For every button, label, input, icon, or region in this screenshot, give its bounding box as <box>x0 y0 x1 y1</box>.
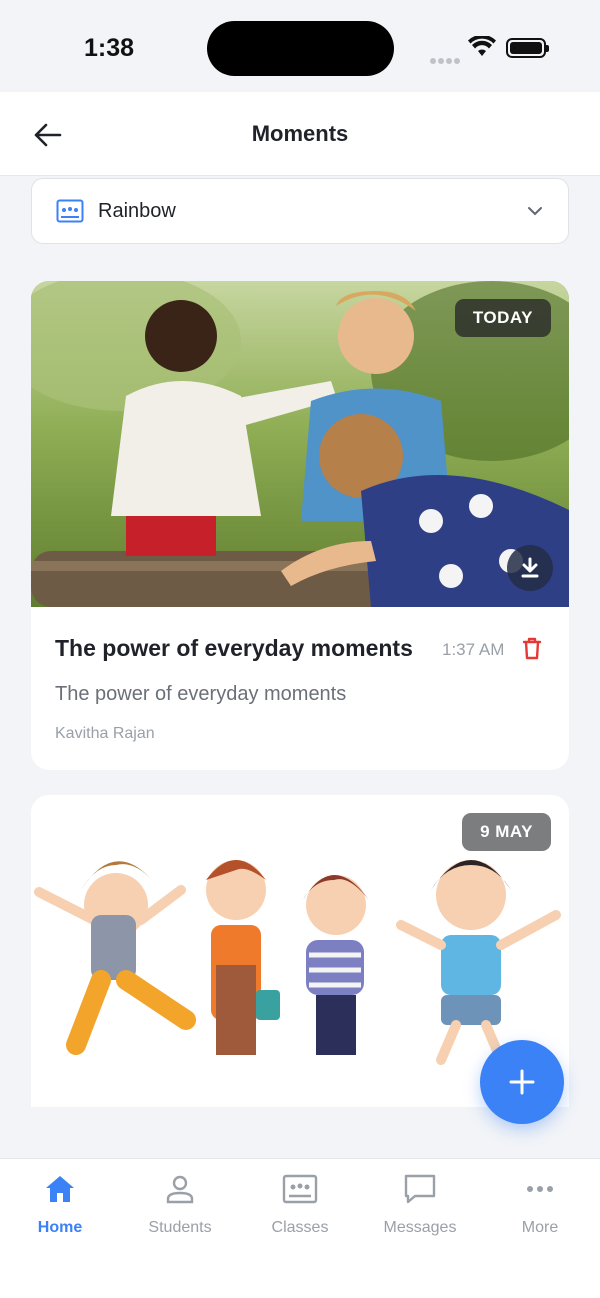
nav-home[interactable]: Home <box>0 1159 120 1298</box>
class-selector-dropdown[interactable]: Rainbow <box>31 178 569 244</box>
dynamic-island <box>207 21 394 76</box>
chat-icon <box>402 1171 438 1207</box>
moment-author: Kavitha Rajan <box>55 725 155 742</box>
nav-more[interactable]: More <box>480 1159 600 1298</box>
nav-messages[interactable]: Messages <box>360 1159 480 1298</box>
nav-students[interactable]: Students <box>120 1159 240 1298</box>
plus-icon <box>509 1069 535 1095</box>
status-bar: 1:38 <box>0 0 600 92</box>
date-badge: 9 MAY <box>462 813 551 851</box>
trash-icon <box>522 637 542 660</box>
moment-title: The power of everyday moments <box>55 635 413 661</box>
download-icon <box>521 557 539 578</box>
moment-photo[interactable]: TODAY <box>31 281 569 607</box>
nav-label: Home <box>37 1219 83 1236</box>
nav-label: Classes <box>271 1219 329 1236</box>
delete-button[interactable] <box>521 636 545 662</box>
home-icon <box>42 1171 78 1207</box>
person-icon <box>162 1171 198 1207</box>
add-moment-button[interactable] <box>480 1040 564 1124</box>
status-time: 1:38 <box>84 34 135 62</box>
date-badge: TODAY <box>454 299 551 337</box>
signal-icon <box>430 51 462 69</box>
chevron-down-icon <box>528 207 542 216</box>
battery-icon <box>506 38 549 58</box>
bottom-navigation: Home Students Classes Messages More <box>0 1158 600 1298</box>
classroom-icon <box>282 1171 318 1207</box>
moment-time: 1:37 AM <box>442 640 505 659</box>
moment-card[interactable]: TODAY The power of everyday moments 1:37… <box>31 281 569 770</box>
more-icon <box>522 1171 558 1207</box>
nav-label: More <box>521 1219 559 1236</box>
app-header: Moments <box>0 92 600 176</box>
nav-label: Students <box>148 1219 212 1236</box>
moment-description: The power of everyday moments <box>55 683 347 705</box>
nav-classes[interactable]: Classes <box>240 1159 360 1298</box>
download-button[interactable] <box>507 545 553 591</box>
class-selector-value: Rainbow <box>98 199 176 222</box>
classroom-icon <box>56 199 84 223</box>
page-title: Moments <box>251 121 349 146</box>
wifi-icon <box>468 36 496 56</box>
nav-label: Messages <box>383 1219 457 1236</box>
